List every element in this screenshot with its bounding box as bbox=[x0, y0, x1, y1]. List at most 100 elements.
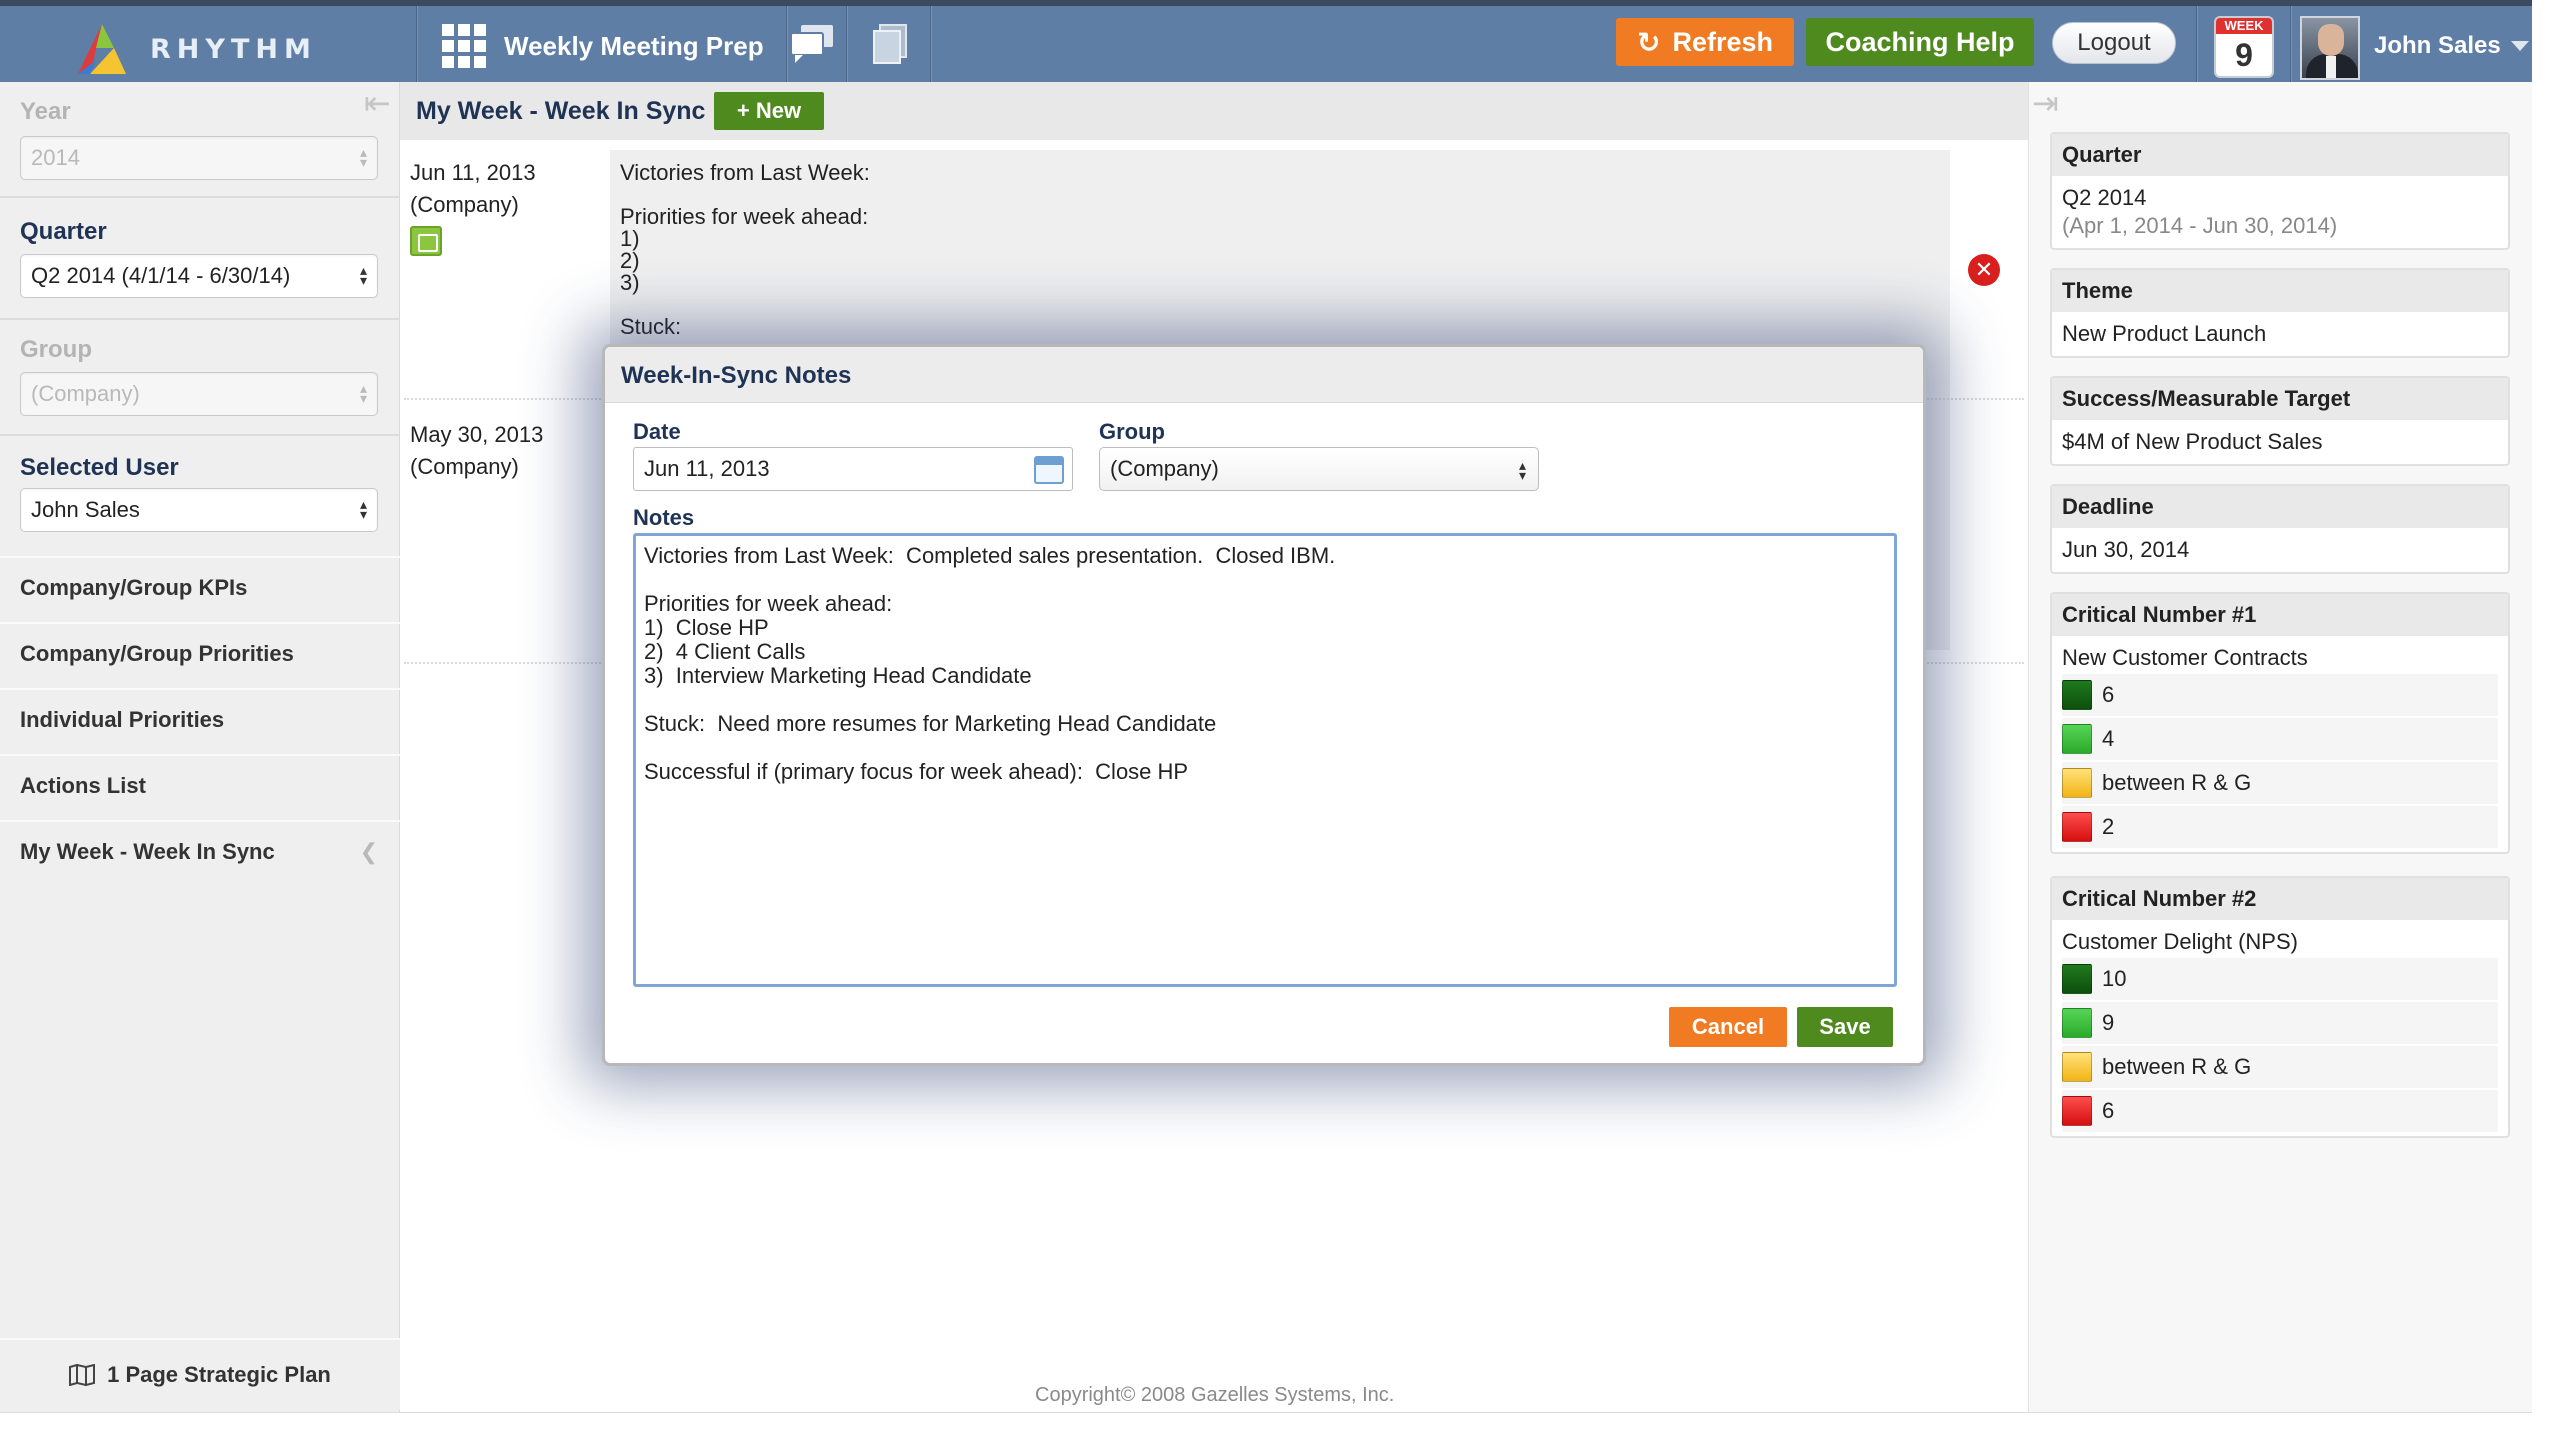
week-in-sync-modal: Week-In-Sync Notes Date Jun 11, 2013 Gro… bbox=[602, 344, 1926, 1066]
select-arrows-icon: ▴ ▾ bbox=[359, 262, 367, 288]
sidebar-item-label: Individual Priorities bbox=[20, 707, 225, 732]
calendar-icon[interactable] bbox=[1034, 456, 1064, 484]
collapse-right-icon[interactable]: ⇥ bbox=[2032, 84, 2059, 122]
quarter-range: (Apr 1, 2014 - Jun 30, 2014) bbox=[2062, 213, 2338, 238]
strategic-plan-label: 1 Page Strategic Plan bbox=[107, 1362, 331, 1387]
quarter-select[interactable]: Q2 2014 (4/1/14 - 6/30/14) ▴ ▾ bbox=[20, 254, 378, 298]
toolbar-separator bbox=[416, 6, 418, 82]
kpi-level-value: between R & G bbox=[2102, 1054, 2252, 1079]
entry-line: Stuck: bbox=[620, 314, 682, 339]
modal-title: Week-In-Sync Notes bbox=[621, 362, 852, 389]
main-header: My Week - Week In Sync + New bbox=[400, 82, 2030, 140]
chevron-left-icon: ❮ bbox=[359, 839, 378, 864]
user-name: John Sales bbox=[2374, 32, 2501, 59]
refresh-label: Refresh bbox=[1672, 26, 1773, 57]
chat-icon bbox=[790, 25, 833, 63]
sidebar-item-priorities[interactable]: Company/Group Priorities bbox=[0, 622, 400, 684]
map-icon bbox=[69, 1364, 96, 1386]
card-title: Deadline bbox=[2052, 486, 2508, 528]
sidebar-item-week-in-sync[interactable]: My Week - Week In Sync ❮ bbox=[0, 820, 400, 882]
entry-date: May 30, 2013 bbox=[410, 422, 544, 447]
notes-textarea[interactable]: Victories from Last Week: Completed sale… bbox=[633, 533, 1897, 987]
new-entry-button[interactable]: + New bbox=[714, 92, 824, 130]
sidebar-item-actions-list[interactable]: Actions List bbox=[0, 754, 400, 816]
modal-header: Week-In-Sync Notes bbox=[605, 347, 1923, 403]
cancel-button[interactable]: Cancel bbox=[1669, 1007, 1787, 1047]
copyright: Copyright© 2008 Gazelles Systems, Inc. bbox=[1035, 1384, 1395, 1406]
year-label: Year bbox=[20, 98, 71, 125]
chat-button[interactable] bbox=[786, 22, 838, 66]
kpi-level-row: 9 bbox=[2062, 1002, 2498, 1044]
critical-number-1-card: Critical Number #1 New Customer Contract… bbox=[2050, 592, 2510, 854]
entry-line: 1) bbox=[620, 226, 640, 251]
selected-user-select[interactable]: John Sales ▴ ▾ bbox=[20, 488, 378, 532]
top-bar: RHYTHM Weekly Meeting Prep ↻ Refresh Coa… bbox=[0, 0, 2532, 82]
target-value: $4M of New Product Sales bbox=[2062, 429, 2323, 454]
date-field[interactable]: Jun 11, 2013 bbox=[633, 447, 1073, 491]
sidebar-item-label: Company/Group Priorities bbox=[20, 641, 294, 666]
group-select: (Company) ▴ ▾ bbox=[20, 372, 378, 416]
logo-text: RHYTHM bbox=[150, 34, 317, 65]
kpi-level-row: between R & G bbox=[2062, 762, 2498, 804]
app-title[interactable]: Weekly Meeting Prep bbox=[442, 22, 764, 70]
coaching-help-button[interactable]: Coaching Help bbox=[1806, 18, 2034, 66]
group-value: (Company) bbox=[1110, 456, 1219, 481]
window-bottom-edge bbox=[0, 1412, 2532, 1440]
entry-line: 2) bbox=[620, 248, 640, 273]
critical-number-name: Customer Delight (NPS) bbox=[2062, 929, 2298, 954]
deadline-card: Deadline Jun 30, 2014 bbox=[2050, 484, 2510, 574]
edit-icon[interactable] bbox=[410, 226, 442, 256]
entry-line: 3) bbox=[620, 270, 640, 295]
date-value: Jun 11, 2013 bbox=[644, 456, 770, 481]
divider bbox=[0, 196, 400, 198]
entry-line: Victories from Last Week: bbox=[620, 160, 870, 185]
status-red-swatch bbox=[2062, 1096, 2092, 1126]
card-title: Theme bbox=[2052, 270, 2508, 312]
sidebar-item-kpis[interactable]: Company/Group KPIs bbox=[0, 556, 400, 618]
documents-icon bbox=[873, 24, 907, 64]
week-label: WEEK bbox=[2216, 18, 2272, 34]
kpi-level-row: 4 bbox=[2062, 718, 2498, 760]
group-value: (Company) bbox=[31, 381, 140, 406]
save-button[interactable]: Save bbox=[1797, 1007, 1893, 1047]
kpi-level-row: 2 bbox=[2062, 806, 2498, 848]
week-calendar-icon[interactable]: WEEK 9 bbox=[2214, 16, 2274, 78]
logout-button[interactable]: Logout bbox=[2052, 22, 2176, 64]
select-arrows-icon: ▴ ▾ bbox=[359, 144, 367, 170]
entry-group: (Company) bbox=[410, 454, 519, 479]
quarter-label: Quarter bbox=[20, 218, 107, 245]
target-card: Success/Measurable Target $4M of New Pro… bbox=[2050, 376, 2510, 466]
documents-button[interactable] bbox=[864, 22, 916, 66]
select-arrows-icon: ▴ ▾ bbox=[359, 380, 367, 406]
kpi-level-value: 6 bbox=[2102, 682, 2115, 707]
status-yellow-swatch bbox=[2062, 768, 2092, 798]
entry-group: (Company) bbox=[410, 192, 519, 217]
refresh-button[interactable]: ↻ Refresh bbox=[1616, 18, 1794, 66]
grid-menu-icon bbox=[442, 24, 486, 68]
quarter-value: Q2 2014 (4/1/14 - 6/30/14) bbox=[31, 263, 291, 288]
status-green-swatch bbox=[2062, 1008, 2092, 1038]
status-dark-green-swatch bbox=[2062, 964, 2092, 994]
quarter-value: Q2 2014 bbox=[2062, 185, 2147, 210]
status-dark-green-swatch bbox=[2062, 680, 2092, 710]
kpi-level-row: 6 bbox=[2062, 1090, 2498, 1132]
group-select[interactable]: (Company) ▴ ▾ bbox=[1099, 447, 1539, 491]
kpi-level-value: between R & G bbox=[2102, 770, 2252, 795]
year-select: 2014 ▴ ▾ bbox=[20, 136, 378, 180]
select-arrows-icon: ▴ ▾ bbox=[359, 496, 367, 522]
toolbar-separator bbox=[846, 6, 848, 82]
entry-date: Jun 11, 2013 bbox=[410, 160, 536, 185]
entry-line: Priorities for week ahead: bbox=[620, 204, 869, 229]
strategic-plan-link[interactable]: 1 Page Strategic Plan bbox=[0, 1338, 400, 1410]
avatar[interactable] bbox=[2300, 16, 2360, 80]
rhythm-logo[interactable]: RHYTHM bbox=[70, 12, 330, 82]
delete-icon[interactable]: ✕ bbox=[1968, 254, 2000, 286]
status-green-swatch bbox=[2062, 724, 2092, 754]
deadline-value: Jun 30, 2014 bbox=[2062, 537, 2190, 562]
notes-label: Notes bbox=[633, 505, 695, 530]
status-yellow-swatch bbox=[2062, 1052, 2092, 1082]
user-menu[interactable]: John Sales bbox=[2374, 32, 2529, 60]
collapse-left-icon[interactable]: ⇤ bbox=[364, 84, 391, 122]
critical-number-name: New Customer Contracts bbox=[2062, 645, 2308, 670]
sidebar-item-individual-priorities[interactable]: Individual Priorities bbox=[0, 688, 400, 750]
